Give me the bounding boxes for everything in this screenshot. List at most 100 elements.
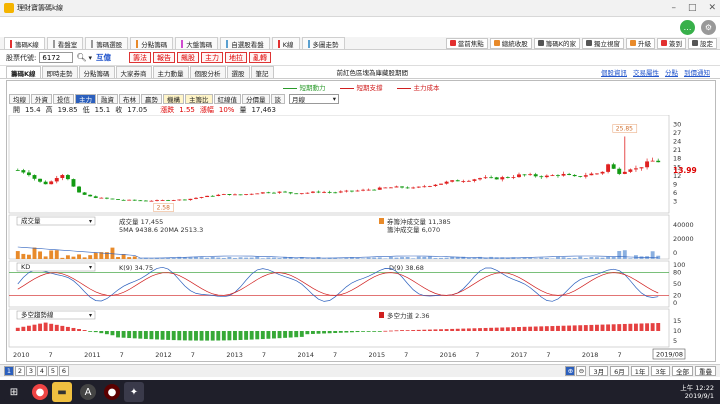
trend-bar [355, 331, 360, 333]
right-button-0[interactable]: 當前焦點 [445, 37, 488, 49]
trend-bar [127, 331, 132, 339]
chat-icon[interactable]: … [680, 19, 695, 35]
gear-icon[interactable]: ⚙ [701, 19, 716, 35]
zoom-in-icon[interactable]: ⊕ [565, 366, 576, 376]
chrome-icon[interactable]: ● [32, 384, 48, 400]
right-button-5[interactable]: 簽到 [657, 37, 686, 49]
feature-button-4[interactable]: 地拉 [225, 52, 248, 63]
volume-bar [149, 258, 154, 259]
chart-tool-11[interactable]: 談 [270, 93, 285, 104]
volume-bar [205, 257, 210, 259]
page-button-4[interactable]: 4 [37, 366, 47, 376]
feature-button-5[interactable]: 亂轉 [249, 52, 272, 63]
candle-body [21, 170, 26, 173]
minimize-icon[interactable]: – [671, 3, 676, 13]
sub-tab-2[interactable]: 分點籌碼 [78, 66, 115, 78]
range-button-0[interactable]: 3月 [589, 366, 609, 376]
trend-bar [344, 331, 349, 333]
chart-tool-6[interactable]: 贏勢 [141, 93, 162, 104]
feature-button-1[interactable]: 報告 [153, 52, 176, 63]
menu-tab-4[interactable]: 大盤籌碼 [175, 37, 219, 49]
sub-tab-1[interactable]: 即時走勢 [41, 66, 78, 78]
chart-tool-2[interactable]: 投信 [53, 93, 74, 104]
app-icon-b[interactable]: ● [104, 384, 120, 400]
status-bar: 123456 ⊕ ⊖ 3月 6月 1年 3年 全部 重疊 [0, 364, 720, 377]
windows-start-icon[interactable]: ⊞ [4, 382, 24, 402]
candle-body [266, 192, 271, 194]
right-button-3[interactable]: 獨立視窗 [582, 37, 624, 49]
close-value: 17.05 [127, 105, 148, 114]
menu-tab-5[interactable]: 自選股看盤 [220, 37, 270, 49]
range-button-1[interactable]: 6月 [610, 366, 629, 376]
feature-button-3[interactable]: 主力 [201, 52, 224, 63]
range-button-2[interactable]: 1年 [630, 366, 650, 376]
folder-icon[interactable]: ▬ [52, 382, 72, 402]
feature-button-2[interactable]: 飆股 [177, 52, 200, 63]
dropdown-icon[interactable]: ▾ [89, 54, 93, 62]
search-icon[interactable]: 🔍︎ [76, 53, 86, 62]
stock-code-input[interactable] [39, 52, 74, 63]
candle-body [299, 193, 304, 195]
chart-tool-3[interactable]: 主力 [75, 93, 96, 104]
low-label: 2.58 [157, 205, 171, 212]
close-icon[interactable]: ✕ [708, 3, 716, 13]
page-button-1[interactable]: 1 [4, 366, 14, 376]
chart-tool-5[interactable]: 布林 [119, 93, 140, 104]
volume-bar [567, 258, 572, 259]
chart-tool-9[interactable]: 紅線值 [213, 93, 241, 104]
candle-body [194, 197, 198, 199]
menu-tab-6[interactable]: K線 [271, 37, 300, 49]
link-1[interactable]: 交易屬性 [633, 67, 659, 77]
chart-tool-4[interactable]: 融資 [97, 93, 118, 104]
sub-tab-6[interactable]: 選股 [226, 66, 250, 78]
sub-tab-3[interactable]: 大家券商 [115, 66, 152, 78]
app-icon-a[interactable]: A [80, 384, 96, 400]
candle-body [550, 175, 555, 177]
change-label: 漲跌 [160, 105, 175, 114]
stock-app-icon[interactable]: ✦ [124, 382, 144, 402]
page-button-2[interactable]: 2 [15, 366, 25, 376]
sub-tab-0[interactable]: 籌碼K線 [6, 66, 41, 78]
chart-tool-8[interactable]: 主籌比 [185, 93, 213, 104]
period-select[interactable]: 月線 ▾ [289, 93, 339, 104]
pct-value: 10% [218, 105, 235, 114]
link-2[interactable]: 分點 [665, 67, 678, 77]
candle-body [400, 186, 404, 188]
candle-body [411, 187, 416, 189]
zoom-out-icon[interactable]: ⊖ [576, 366, 587, 376]
menu-tab-1[interactable]: 看盤室 [46, 37, 84, 49]
chart-tool-7[interactable]: 機構 [163, 93, 184, 104]
candle-body [444, 181, 449, 184]
sub-tab-7[interactable]: 筆記 [250, 66, 274, 78]
chart-tool-1[interactable]: 外資 [31, 93, 52, 104]
stock-name[interactable]: 互億 [96, 52, 111, 63]
right-button-6[interactable]: 設定 [688, 37, 717, 49]
menu-tab-0[interactable]: 籌碼K線 [4, 37, 45, 49]
feature-button-0[interactable]: 籌法 [129, 52, 152, 63]
date-badge: 2019/08 [656, 351, 683, 359]
volume-bar [199, 257, 204, 259]
range-button-5[interactable]: 重疊 [695, 366, 716, 376]
sub-tab-5[interactable]: 個股分析 [189, 66, 226, 78]
sub-tab-4[interactable]: 主力動量 [152, 66, 189, 78]
chart-tool-10[interactable]: 分價量 [242, 93, 270, 104]
right-button-1[interactable]: 總統收股 [489, 37, 532, 49]
menu-tab-3[interactable]: 分點籌碼 [130, 37, 174, 49]
volume-bar [182, 257, 187, 259]
page-button-6[interactable]: 6 [59, 366, 69, 376]
link-0[interactable]: 個股資訊 [601, 67, 627, 77]
volume-bar [622, 250, 627, 259]
page-button-5[interactable]: 5 [48, 366, 58, 376]
trend-bar [121, 331, 126, 338]
menu-tab-2[interactable]: 籌碼選股 [85, 37, 129, 49]
menu-tab-7[interactable]: 多圖走勢 [301, 37, 345, 49]
link-3[interactable]: 到價通知 [684, 67, 710, 77]
maximize-icon[interactable]: □ [688, 3, 697, 13]
trend-bar [221, 331, 226, 341]
right-button-4[interactable]: 升級 [626, 37, 655, 49]
page-button-3[interactable]: 3 [26, 366, 36, 376]
right-button-2[interactable]: 籌碼K的家 [533, 37, 580, 49]
range-button-4[interactable]: 全部 [672, 366, 693, 376]
range-button-3[interactable]: 3年 [651, 366, 670, 376]
chart-tool-0[interactable]: 均線 [9, 93, 30, 104]
